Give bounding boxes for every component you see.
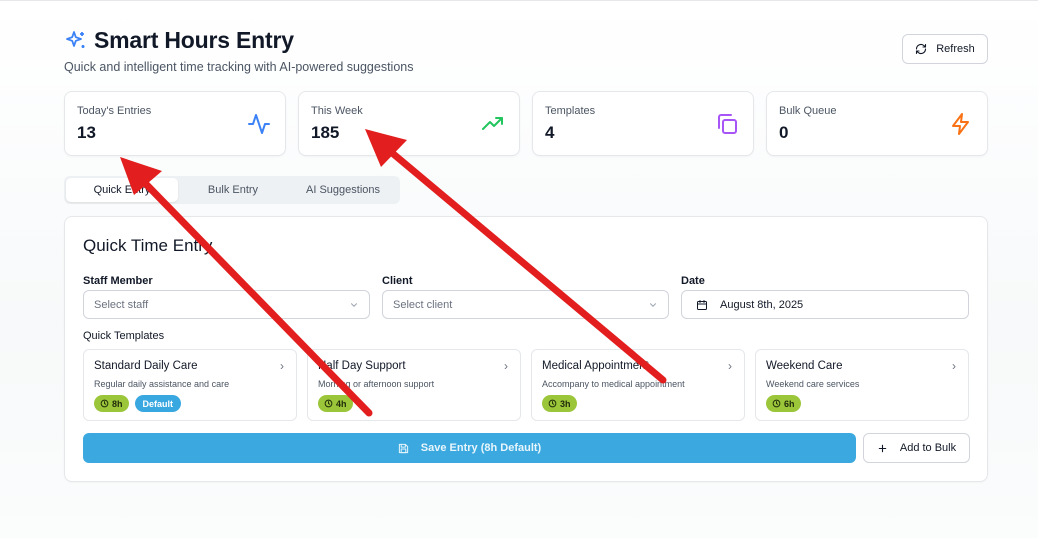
template-name: Weekend Care (766, 360, 843, 372)
hours-badge: 3h (542, 395, 577, 412)
stat-label: Today's Entries (77, 105, 152, 117)
template-name: Medical Appointment (542, 360, 649, 372)
smart-hours-page: Smart Hours Entry Quick and intelligent … (0, 0, 1038, 538)
page-title: Smart Hours Entry (94, 27, 294, 53)
template-description: Morning or afternoon support (318, 379, 435, 389)
chevron-down-icon (650, 303, 656, 307)
quick-time-entry-panel: Quick Time Entry Staff Member Select sta… (64, 216, 988, 482)
template-card-weekend-care[interactable]: Weekend Care › Weekend care services 6h (755, 349, 969, 421)
hours-value: 6h (784, 398, 795, 409)
refresh-button[interactable]: Refresh (902, 34, 988, 64)
stat-value: 4 (545, 123, 555, 142)
clock-icon (772, 399, 781, 408)
template-description: Regular daily assistance and care (94, 379, 230, 389)
panel-title: Quick Time Entry (83, 236, 213, 255)
stat-card-this-week: This Week 185 (298, 91, 520, 156)
staff-select[interactable]: Select staff (83, 290, 370, 319)
stat-label: Templates (545, 105, 596, 117)
stat-value: 13 (77, 123, 96, 142)
refresh-icon (916, 43, 927, 55)
stat-value: 0 (779, 123, 789, 142)
save-entry-button[interactable]: Save Entry (8h Default) (83, 433, 856, 463)
stat-label: Bulk Queue (779, 105, 837, 117)
hours-value: 3h (560, 398, 571, 409)
stat-card-todays-entries: Today's Entries 13 (64, 91, 286, 156)
refresh-label: Refresh (936, 43, 975, 55)
zap-icon (952, 113, 969, 135)
template-card-standard-daily-care[interactable]: Standard Daily Care › Regular daily assi… (83, 349, 297, 421)
stat-label: This Week (311, 105, 363, 117)
client-select[interactable]: Select client (382, 290, 669, 319)
chevron-right-icon: › (728, 359, 732, 373)
date-label: Date (681, 275, 705, 287)
staff-label: Staff Member (83, 275, 153, 287)
chevron-right-icon: › (504, 359, 508, 373)
add-to-bulk-label: Add to Bulk (899, 442, 957, 454)
stat-value: 185 (311, 123, 340, 142)
hours-badge: 8h (94, 395, 129, 412)
tab-quick-entry[interactable]: Quick Entry (66, 178, 178, 202)
hours-value: 4h (336, 398, 347, 409)
template-card-medical-appointment[interactable]: Medical Appointment › Accompany to medic… (531, 349, 745, 421)
client-placeholder: Select client (393, 298, 453, 311)
add-to-bulk-button[interactable]: Add to Bulk (863, 433, 970, 463)
date-value: August 8th, 2025 (720, 298, 804, 311)
default-badge: Default (134, 395, 182, 412)
save-entry-label: Save Entry (8h Default) (420, 442, 542, 454)
chevron-right-icon: › (952, 359, 956, 373)
plus-icon (878, 444, 887, 452)
trending-up-icon (482, 117, 503, 130)
chevron-down-icon (351, 303, 357, 307)
template-card-half-day-support[interactable]: Half Day Support › Morning or afternoon … (307, 349, 521, 421)
copy-icon (718, 114, 737, 134)
entry-tabs: Quick Entry Bulk Entry AI Suggestions (64, 176, 400, 204)
staff-placeholder: Select staff (94, 298, 149, 311)
activity-icon (248, 114, 270, 134)
page-header: Smart Hours Entry Quick and intelligent … (64, 27, 414, 74)
chevron-right-icon: › (280, 359, 284, 373)
quick-templates-label: Quick Templates (83, 330, 165, 342)
clock-icon (100, 399, 109, 408)
client-label: Client (382, 275, 413, 287)
tab-bulk-entry[interactable]: Bulk Entry (178, 178, 288, 202)
hours-badge: 4h (318, 395, 353, 412)
page-subtitle: Quick and intelligent time tracking with… (64, 60, 414, 74)
template-description: Weekend care services (766, 379, 860, 389)
save-icon (398, 443, 408, 453)
template-description: Accompany to medical appointment (542, 379, 685, 389)
template-name: Half Day Support (318, 360, 406, 372)
date-picker[interactable]: August 8th, 2025 (681, 290, 969, 319)
clock-icon (324, 399, 333, 408)
tab-ai-suggestions[interactable]: AI Suggestions (288, 178, 398, 202)
stat-card-bulk-queue: Bulk Queue 0 (766, 91, 988, 156)
calendar-icon (697, 299, 707, 310)
clock-icon (548, 399, 557, 408)
sparkles-icon (66, 30, 85, 48)
hours-badge: 6h (766, 395, 801, 412)
stat-card-templates: Templates 4 (532, 91, 754, 156)
hours-value: 8h (112, 398, 123, 409)
template-name: Standard Daily Care (94, 360, 198, 372)
